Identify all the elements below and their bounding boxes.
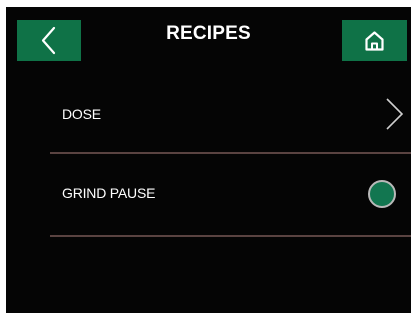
chevron-right-icon [386, 98, 404, 130]
home-icon [365, 31, 384, 51]
recipes-screen: RECIPES DOSE GRIND PAUSE [6, 7, 411, 313]
grind-pause-toggle[interactable] [368, 180, 396, 208]
divider [50, 235, 411, 237]
menu-item-grind-pause: GRIND PAUSE [50, 165, 411, 225]
menu-item-label: GRIND PAUSE [62, 185, 156, 201]
divider [50, 152, 411, 154]
menu-item-dose[interactable]: DOSE [50, 86, 411, 146]
home-button[interactable] [342, 20, 407, 61]
menu-item-label: DOSE [62, 106, 101, 122]
